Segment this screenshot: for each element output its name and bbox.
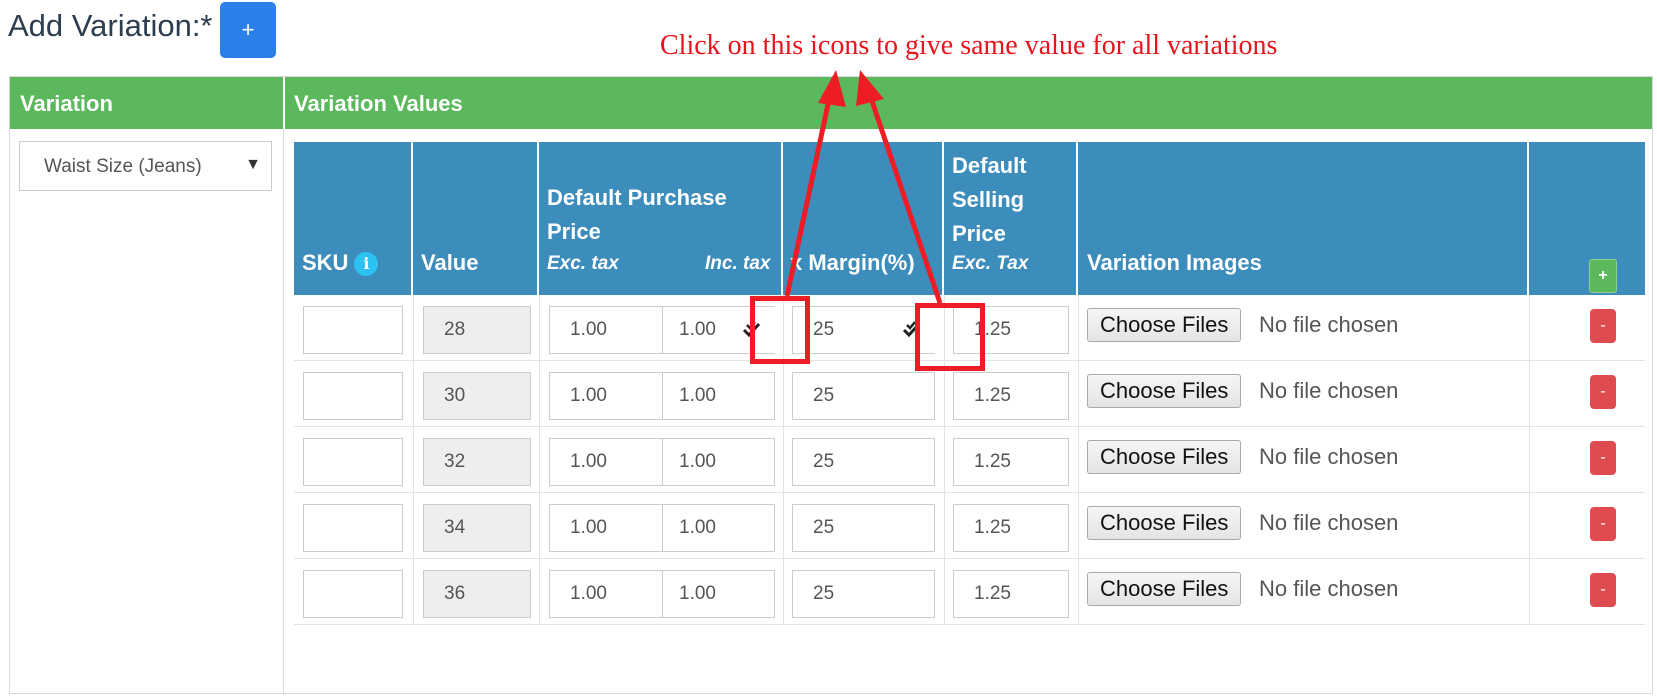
remove-row-button[interactable]: -	[1590, 375, 1616, 409]
column-variation: Variation	[20, 91, 113, 116]
header-exc-tax: Exc. tax	[547, 253, 619, 274]
sku-input[interactable]	[303, 306, 403, 354]
file-status: No file chosen	[1259, 576, 1399, 601]
purchase-inc-tax-input[interactable]: 1.00	[662, 372, 775, 420]
value-input: 32	[423, 438, 531, 486]
file-status: No file chosen	[1259, 510, 1399, 535]
table-row: 34 1.00 1.00 25 1.25 Choose Files No fil…	[294, 493, 1645, 559]
header-variation-images: Variation Images	[1078, 142, 1529, 295]
header-margin: x Margin(%)	[783, 142, 944, 295]
selling-price-input[interactable]: 1.25	[953, 372, 1069, 420]
add-row-button[interactable]: +	[1589, 259, 1617, 293]
margin-input[interactable]: 25	[792, 504, 935, 552]
file-status: No file chosen	[1259, 444, 1399, 469]
variation-template-select[interactable]: Waist Size (Jeans) ▼	[19, 141, 272, 191]
table-row: 32 1.00 1.00 25 1.25 Choose Files No fil…	[294, 427, 1645, 493]
annotation-text: Click on this icons to give same value f…	[660, 30, 1278, 61]
margin-input[interactable]: 25	[792, 438, 935, 486]
header: Add Variation:* +	[8, 0, 308, 60]
header-margin-label: x Margin(%)	[790, 250, 915, 275]
remove-row-button[interactable]: -	[1590, 441, 1616, 475]
header-images-label: Variation Images	[1087, 250, 1262, 275]
remove-row-button[interactable]: -	[1590, 309, 1616, 343]
value-input: 30	[423, 372, 531, 420]
column-divider	[283, 129, 284, 693]
purchase-exc-tax-input[interactable]: 1.00	[549, 372, 663, 420]
sku-input[interactable]	[303, 372, 403, 420]
purchase-inc-tax-input[interactable]: 1.00	[662, 438, 775, 486]
purchase-inc-tax-input[interactable]: 1.00	[662, 504, 775, 552]
value-input: 34	[423, 504, 531, 552]
header-value-label: Value	[421, 250, 479, 275]
margin-input[interactable]: 25	[792, 570, 935, 618]
variation-table: Variation Variation Values Waist Size (J…	[9, 76, 1653, 694]
caret-down-icon: ▼	[245, 156, 261, 173]
header-divider	[283, 77, 285, 129]
header-default-purchase-price: Default Purchase Price Exc. tax Inc. tax	[539, 142, 783, 295]
header-sku-label: SKU	[302, 250, 349, 275]
value-input: 36	[423, 570, 531, 618]
header-value: Value	[413, 142, 539, 295]
sku-input[interactable]	[303, 438, 403, 486]
header-default-selling-price: Default Selling Price Exc. Tax	[944, 142, 1078, 295]
annotation-highlight-box	[750, 296, 810, 364]
annotation-highlight-box	[915, 303, 985, 371]
header-dsp-line2: Selling	[952, 187, 1025, 212]
file-status: No file chosen	[1259, 378, 1399, 403]
variation-template-value: Waist Size (Jeans)	[44, 156, 202, 177]
header-dsp-exc-tax: Exc. Tax	[952, 253, 1029, 274]
variation-values-header: SKU i Value Default Purchase Price Exc. t…	[294, 142, 1645, 295]
variation-values-table: SKU i Value Default Purchase Price Exc. t…	[294, 142, 1645, 646]
column-variation-values: Variation Values	[294, 91, 463, 116]
header-dsp-line3: Price	[952, 221, 1006, 246]
page-title: Add Variation:*	[8, 8, 213, 43]
choose-files-button[interactable]: Choose Files	[1087, 308, 1242, 342]
sku-input[interactable]	[303, 570, 403, 618]
file-status: No file chosen	[1259, 312, 1399, 337]
header-dpp-line1: Default Purchase	[547, 185, 727, 210]
sku-input[interactable]	[303, 504, 403, 552]
value-input: 28	[423, 306, 531, 354]
header-dsp-line1: Default	[952, 153, 1027, 178]
header-sku: SKU i	[294, 142, 413, 295]
purchase-exc-tax-input[interactable]: 1.00	[549, 438, 663, 486]
selling-price-input[interactable]: 1.25	[953, 504, 1069, 552]
purchase-inc-tax-input[interactable]: 1.00	[662, 570, 775, 618]
purchase-exc-tax-input[interactable]: 1.00	[549, 306, 663, 354]
variation-table-header: Variation Variation Values	[10, 77, 1652, 129]
selling-price-input[interactable]: 1.25	[953, 570, 1069, 618]
purchase-exc-tax-input[interactable]: 1.00	[549, 570, 663, 618]
add-variation-button[interactable]: +	[220, 2, 276, 58]
margin-input[interactable]: 25	[792, 372, 935, 420]
table-row: 36 1.00 1.00 25 1.25 Choose Files No fil…	[294, 559, 1645, 625]
choose-files-button[interactable]: Choose Files	[1087, 440, 1242, 474]
choose-files-button[interactable]: Choose Files	[1087, 374, 1242, 408]
info-icon[interactable]: i	[354, 252, 379, 277]
choose-files-button[interactable]: Choose Files	[1087, 506, 1242, 540]
header-dpp-line2: Price	[547, 219, 601, 244]
choose-files-button[interactable]: Choose Files	[1087, 572, 1242, 606]
remove-row-button[interactable]: -	[1590, 507, 1616, 541]
header-inc-tax: Inc. tax	[705, 253, 771, 274]
remove-row-button[interactable]: -	[1590, 573, 1616, 607]
selling-price-input[interactable]: 1.25	[953, 438, 1069, 486]
purchase-exc-tax-input[interactable]: 1.00	[549, 504, 663, 552]
